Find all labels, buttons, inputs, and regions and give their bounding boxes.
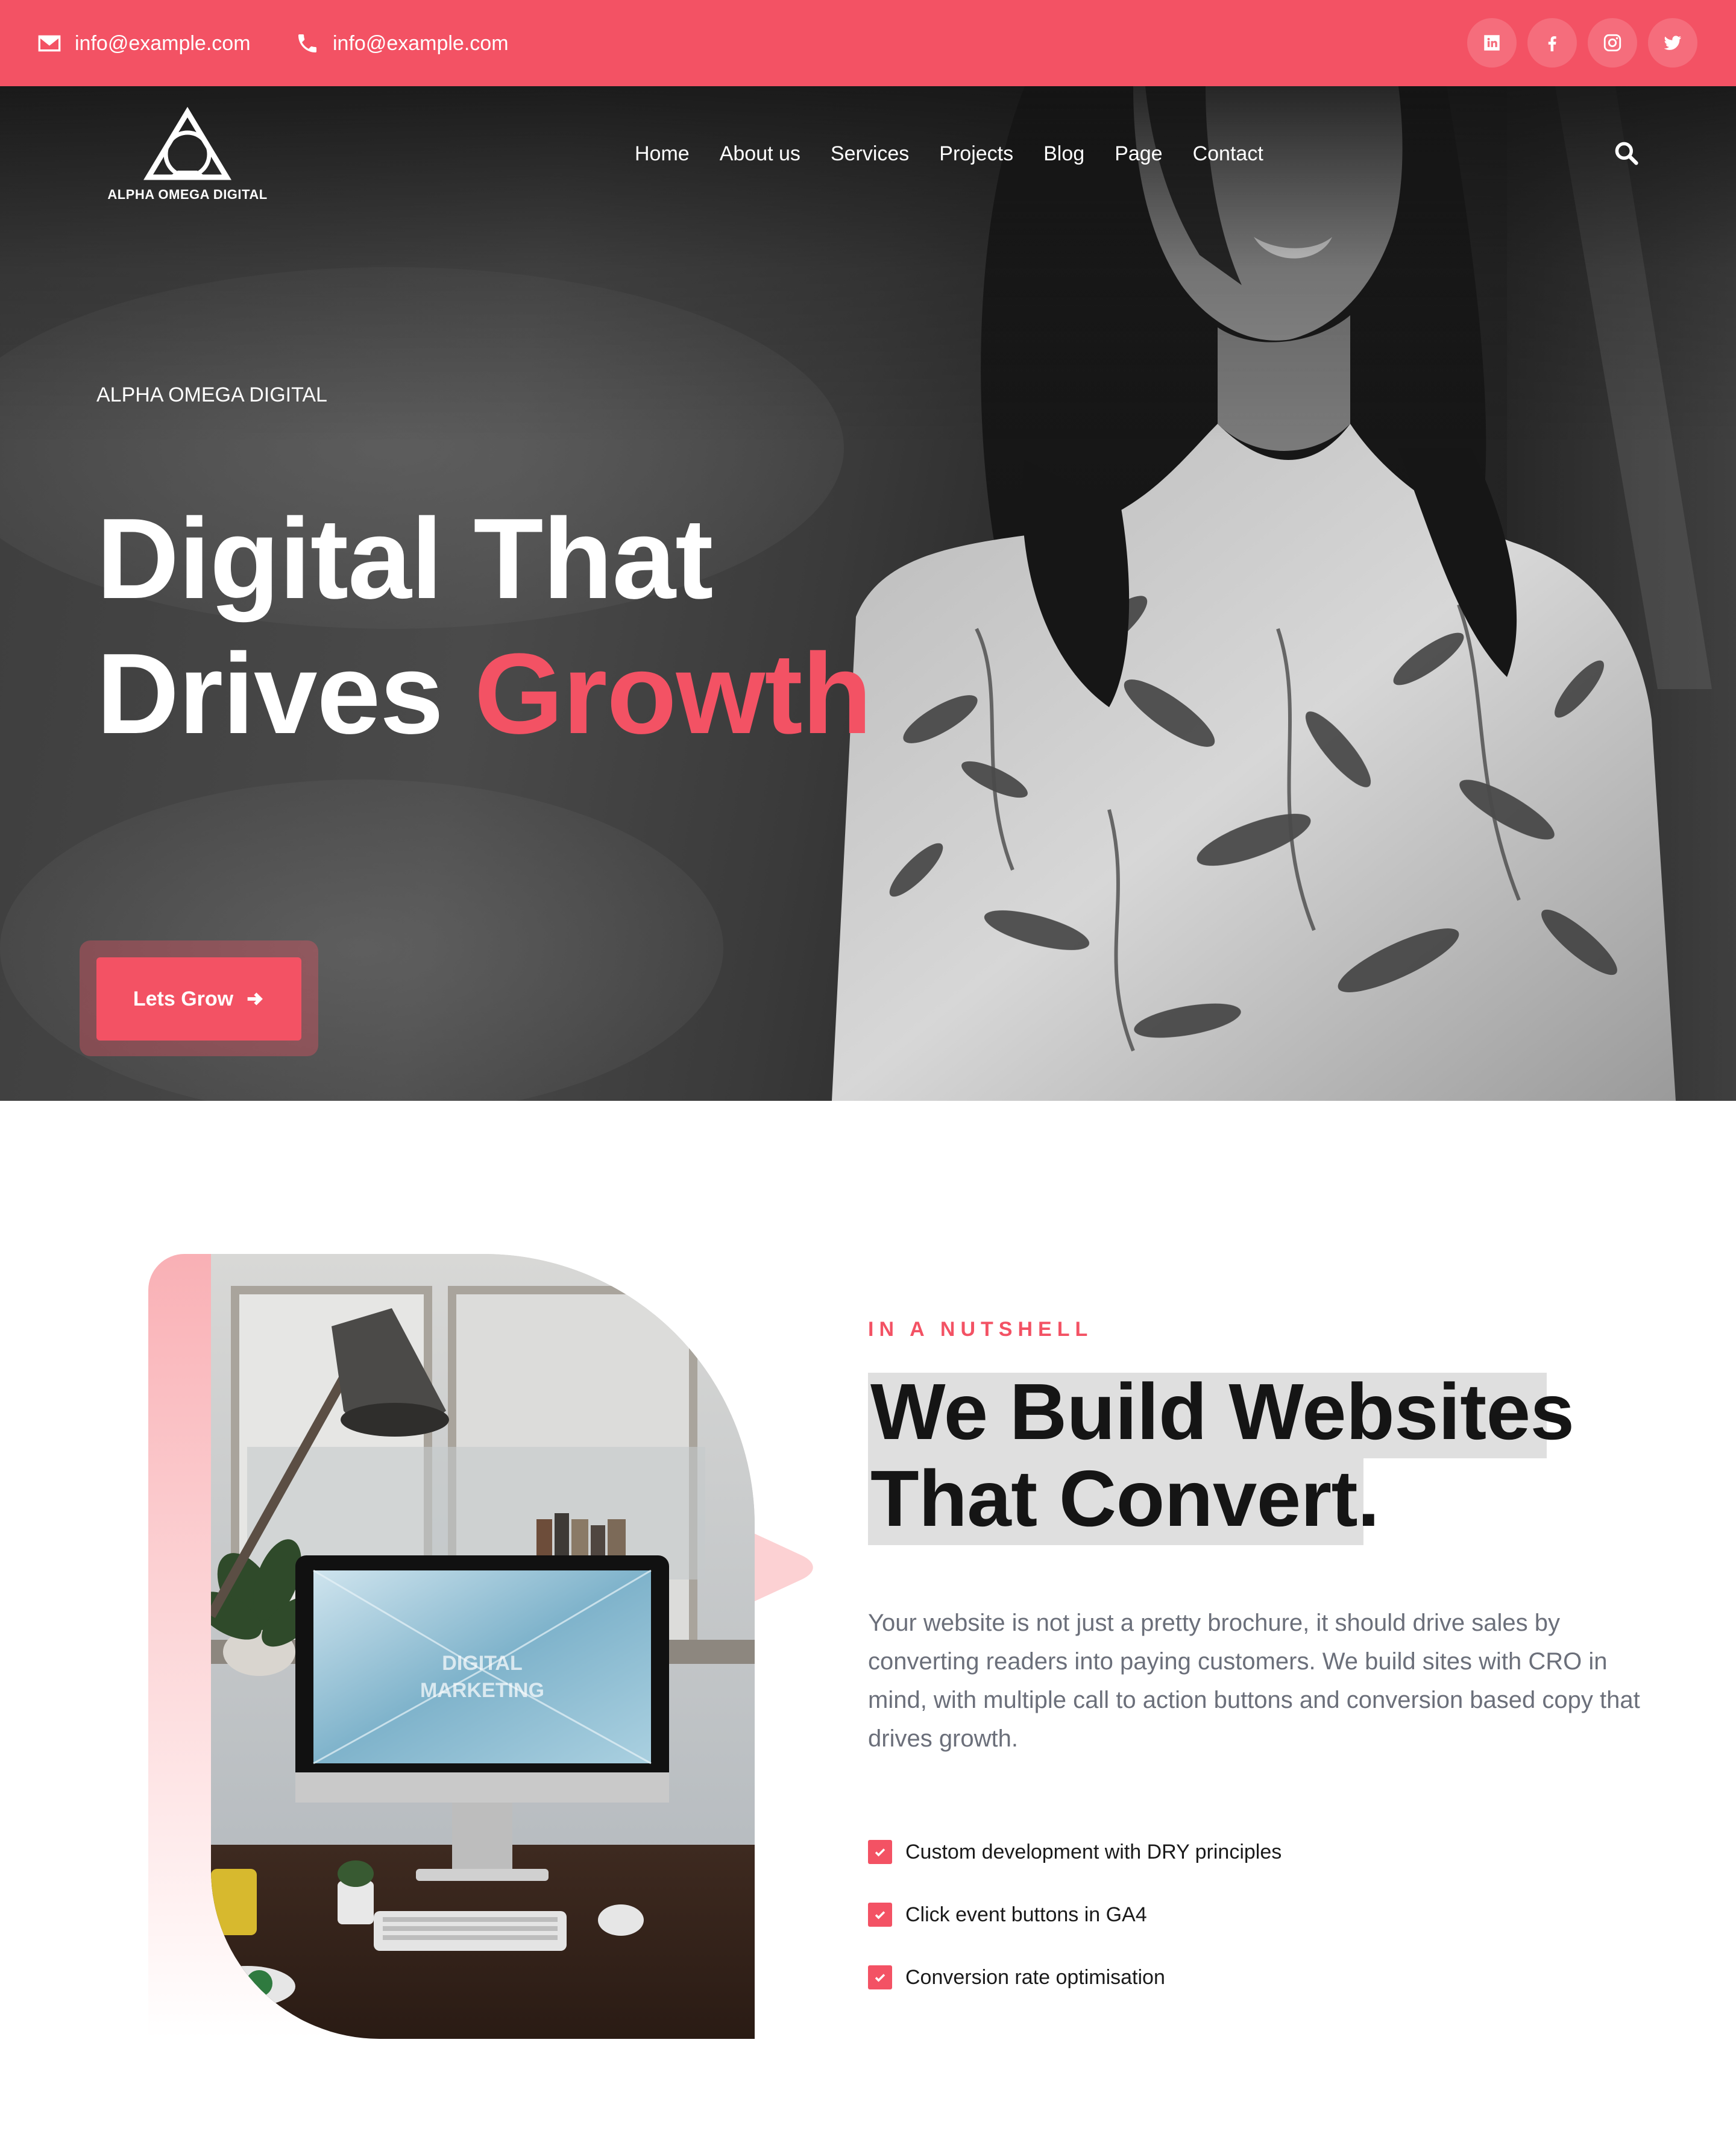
phone-contact[interactable]: info@example.com — [295, 29, 509, 58]
screen-text-line1: DIGITAL — [442, 1652, 522, 1675]
hero-title-accent: Growth — [474, 630, 872, 758]
instagram-button[interactable] — [1588, 18, 1637, 68]
nav-item-projects[interactable]: Projects — [939, 142, 1013, 166]
list-item: Custom development with DRY principles — [868, 1821, 1282, 1883]
nav-item-about-us[interactable]: About us — [720, 142, 800, 166]
headline-line2: That Convert. — [870, 1454, 1380, 1543]
hero-title-line2: Drives — [96, 630, 474, 758]
check-icon — [875, 1911, 885, 1920]
headline-line1: We Build Websites — [870, 1367, 1574, 1456]
list-item: Click event buttons in GA4 — [868, 1883, 1282, 1946]
facebook-button[interactable] — [1527, 18, 1577, 68]
checkbox-icon — [868, 1903, 892, 1927]
nav-item-page[interactable]: Page — [1115, 142, 1162, 166]
email-contact[interactable]: info@example.com — [37, 29, 251, 58]
nav-item-home[interactable]: Home — [635, 142, 690, 166]
envelope-icon — [38, 35, 61, 52]
lets-grow-button[interactable]: Lets Grow — [96, 957, 301, 1041]
linkedin-button[interactable] — [1467, 18, 1517, 68]
hero-section: ALPHA OMEGA DIGITAL Home About us Servic… — [0, 86, 1736, 1101]
logo-text: ALPHA OMEGA DIGITAL — [107, 187, 268, 202]
twitter-icon — [1664, 36, 1682, 50]
twitter-button[interactable] — [1648, 18, 1697, 68]
check-icon — [875, 1848, 885, 1857]
nav-item-blog[interactable]: Blog — [1043, 142, 1084, 166]
check-icon — [875, 1974, 885, 1982]
nav-item-contact[interactable]: Contact — [1193, 142, 1263, 166]
arrow-right-icon — [247, 992, 263, 1006]
top-bar: info@example.com info@example.com — [0, 0, 1736, 86]
workspace-photo: DIGITAL MARKETING — [211, 1254, 755, 2039]
list-item: Conversion rate optimisation — [868, 1946, 1282, 2009]
checklist-label: Custom development with DRY principles — [905, 1840, 1282, 1863]
checkbox-icon — [868, 1965, 892, 1989]
section-paragraph: Your website is not just a pretty brochu… — [868, 1610, 1640, 1752]
section-kicker: IN A NUTSHELL — [868, 1318, 1093, 1341]
checklist-label: Conversion rate optimisation — [905, 1965, 1165, 1989]
phone-text: info@example.com — [333, 31, 509, 55]
facebook-icon — [1548, 36, 1556, 52]
checkbox-icon — [868, 1840, 892, 1864]
phone-icon — [298, 34, 316, 52]
instagram-icon — [1603, 34, 1621, 52]
hero-title: Digital That Drives Growth — [96, 491, 872, 761]
checklist-label: Click event buttons in GA4 — [905, 1903, 1147, 1926]
search-icon[interactable] — [1613, 140, 1640, 166]
section-headline: We Build Websites That Convert. — [870, 1368, 1574, 1542]
nav-item-services[interactable]: Services — [831, 142, 909, 166]
hero-kicker: ALPHA OMEGA DIGITAL — [96, 383, 327, 406]
linkedin-icon — [1484, 35, 1500, 51]
main-nav: Home About us Services Projects Blog Pag… — [635, 142, 1294, 166]
hero-title-line1: Digital That — [96, 495, 713, 623]
screen-text-line2: MARKETING — [420, 1679, 544, 1702]
feature-checklist: Custom development with DRY principles C… — [868, 1821, 1282, 2009]
email-text: info@example.com — [75, 31, 251, 55]
lets-grow-label: Lets Grow — [133, 987, 234, 1010]
